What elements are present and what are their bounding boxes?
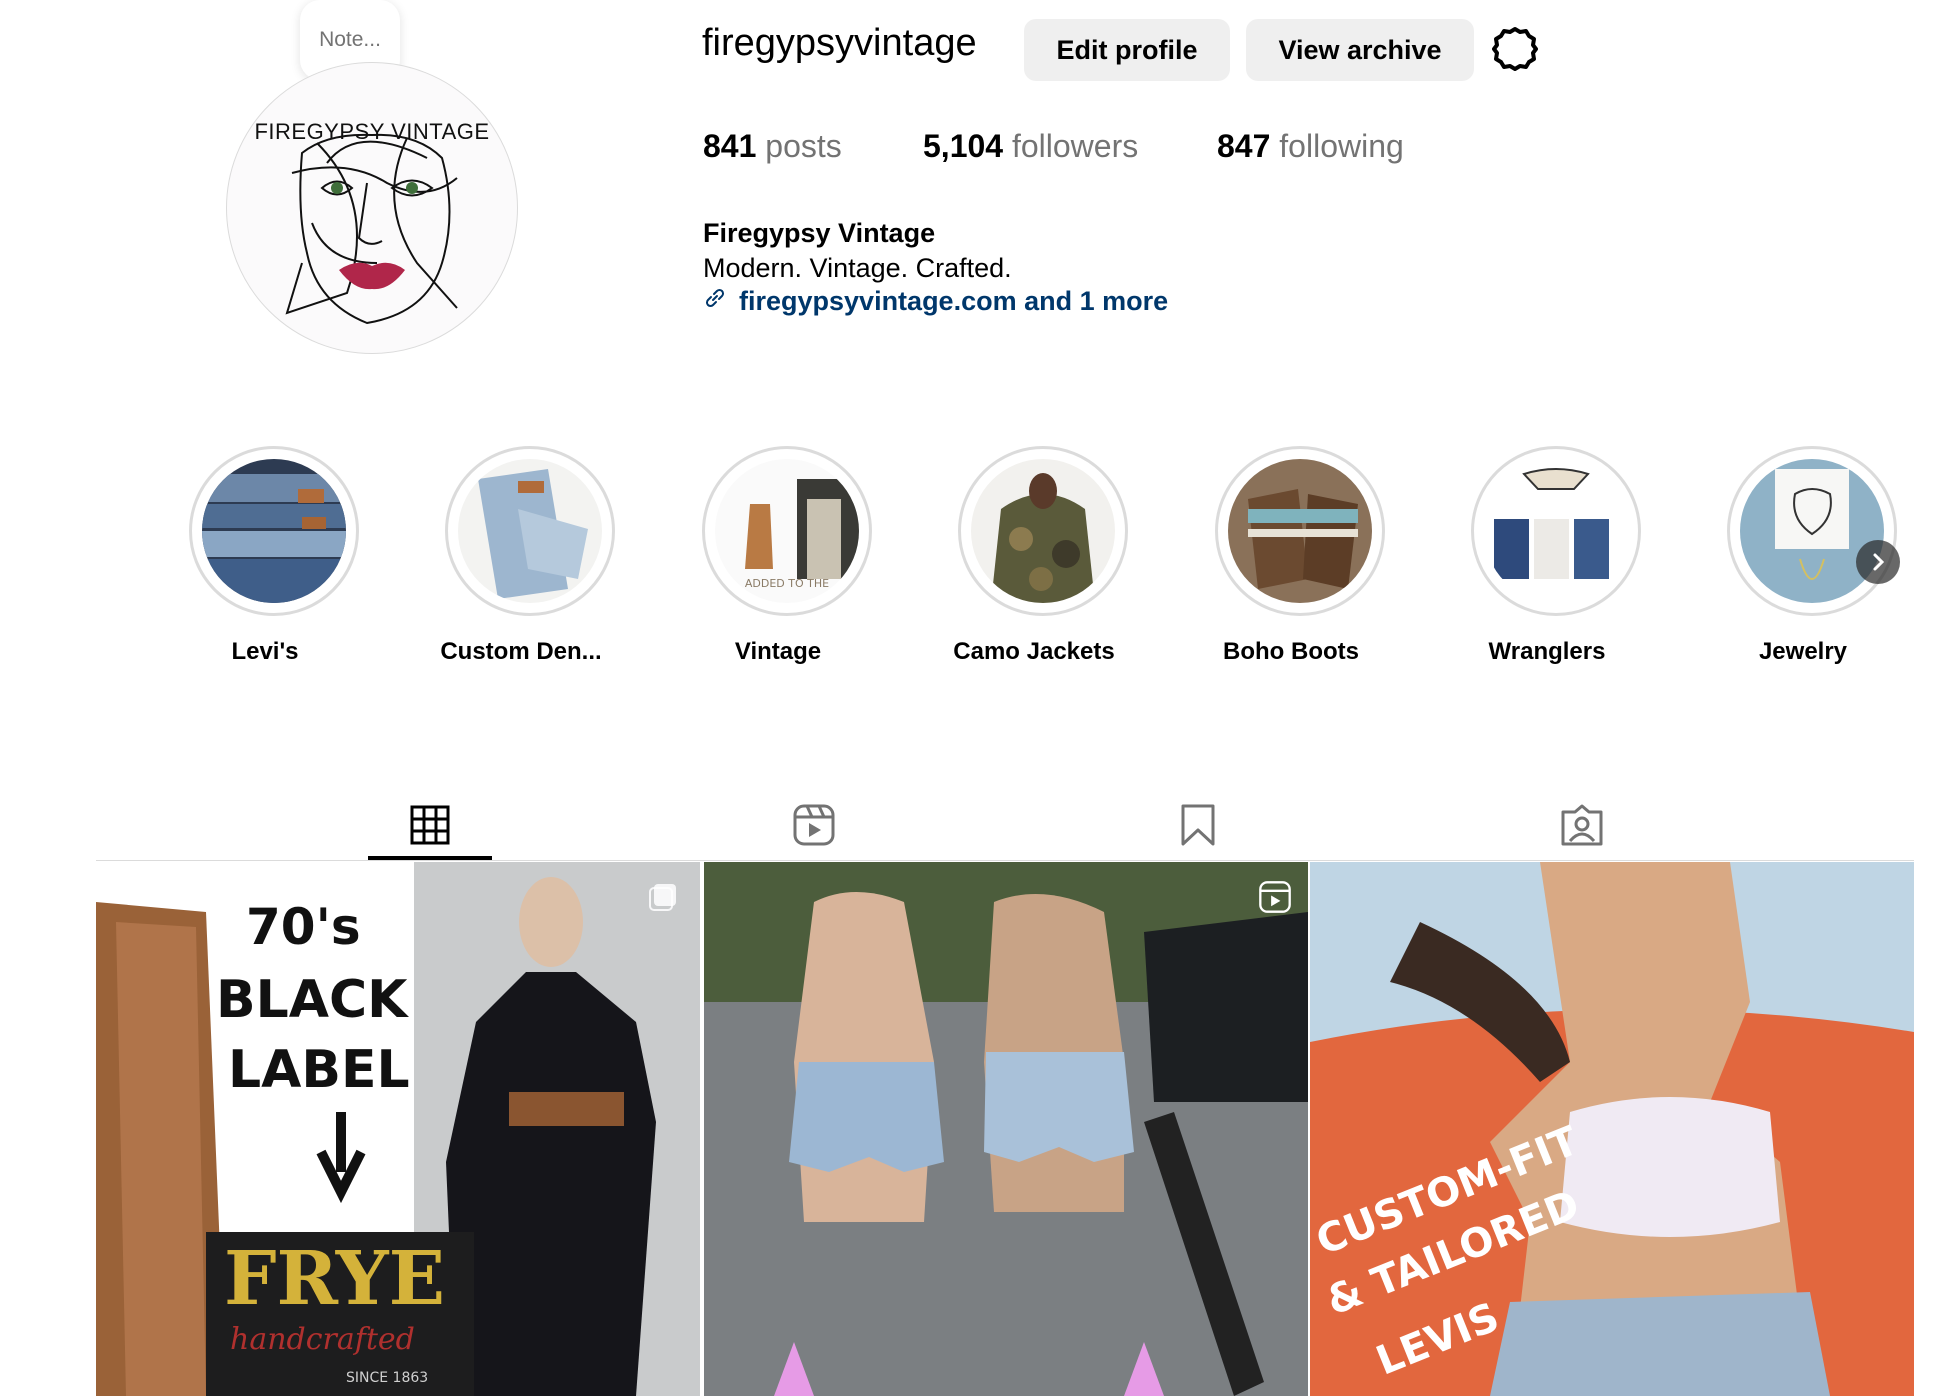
tabs-divider	[96, 860, 1914, 861]
avatar-caption: FIREGYPSY VINTAGE	[254, 119, 490, 144]
highlight-label: Levi's	[231, 638, 299, 665]
highlight-image	[202, 459, 346, 603]
following-label: following	[1279, 128, 1404, 164]
profile-avatar[interactable]: FIREGYPSY VINTAGE	[226, 62, 518, 354]
highlight-ring	[958, 446, 1128, 616]
profile-username: firegypsyvintage	[702, 22, 977, 64]
post-script-text: handcrafted	[230, 1322, 415, 1357]
post-overlay-line: BLACK	[216, 970, 408, 1030]
bookmark-icon	[1181, 804, 1215, 846]
bio-link-text: firegypsyvintage.com and 1 more	[739, 286, 1169, 316]
post-brand-text: FRYE	[224, 1236, 445, 1322]
highlight-ring: ADDED TO THE	[702, 446, 872, 616]
highlight-label: Boho Boots	[1223, 638, 1359, 665]
highlight-image	[1484, 459, 1628, 603]
link-icon	[703, 286, 727, 317]
reels-icon	[793, 804, 835, 846]
tab-reels[interactable]	[752, 790, 876, 860]
posts-count: 841	[703, 128, 757, 164]
followers-label: followers	[1011, 128, 1139, 164]
post-overlay-line: LABEL	[228, 1040, 410, 1100]
highlight-camo-jackets[interactable]: Camo Jackets	[905, 446, 1163, 676]
highlight-custom-denim[interactable]: Custom Den...	[392, 446, 650, 676]
highlight-image	[971, 459, 1115, 603]
highlight-image	[1740, 459, 1884, 603]
edit-profile-button[interactable]: Edit profile	[1024, 19, 1230, 81]
posts-label: posts	[765, 128, 842, 164]
highlight-label: Wranglers	[1488, 638, 1606, 665]
followers-count: 5,104	[923, 128, 1004, 164]
tab-tagged[interactable]	[1520, 790, 1644, 860]
highlight-ring	[1727, 446, 1897, 616]
highlight-ring	[189, 446, 359, 616]
gear-icon[interactable]	[1490, 24, 1540, 74]
avatar-face-drawing	[285, 133, 458, 325]
highlight-label: Camo Jackets	[953, 638, 1115, 665]
highlight-ring	[445, 446, 615, 616]
bio-tagline: Modern. Vintage. Crafted.	[703, 253, 1012, 283]
highlight-ring	[1215, 446, 1385, 616]
highlights-next-button[interactable]	[1856, 540, 1900, 584]
post-tile-3[interactable]: CUSTOM-FIT & TAILORED LEVIS	[1310, 862, 1914, 1396]
grid-icon	[410, 805, 450, 845]
reel-icon	[1258, 880, 1292, 919]
note-placeholder: Note...	[319, 28, 381, 51]
highlight-label: Jewelry	[1758, 638, 1848, 665]
view-archive-button[interactable]: View archive	[1246, 19, 1474, 81]
highlight-wranglers[interactable]: Wranglers	[1418, 446, 1676, 676]
highlight-image	[1228, 459, 1372, 603]
tagged-icon	[1561, 804, 1603, 846]
posts-count-stat: 841 posts	[703, 128, 842, 165]
highlight-boho-boots[interactable]: Boho Boots	[1162, 446, 1420, 676]
carousel-icon	[648, 882, 678, 917]
highlight-image-caption: ADDED TO THE	[745, 577, 829, 590]
bio-name: Firegypsy Vintage	[703, 218, 936, 248]
post-image	[704, 862, 1308, 1396]
post-image	[1310, 862, 1914, 1396]
post-since-text: SINCE 1863	[346, 1370, 429, 1386]
post-tile-2[interactable]	[704, 862, 1308, 1396]
following-stat[interactable]: 847 following	[1217, 128, 1404, 165]
bio-link[interactable]: firegypsyvintage.com and 1 more	[703, 286, 1168, 317]
highlight-label: Custom Den...	[440, 638, 602, 665]
active-tab-indicator	[368, 856, 492, 860]
highlight-levis[interactable]: Levi's	[136, 446, 394, 676]
followers-stat[interactable]: 5,104 followers	[923, 128, 1138, 165]
highlight-image: ADDED TO THE	[715, 459, 859, 603]
chevron-right-icon	[1873, 553, 1885, 571]
tab-posts[interactable]	[368, 790, 492, 860]
post-overlay-line: 70's	[246, 898, 361, 956]
highlight-vintage[interactable]: ADDED TO THE Vintage	[649, 446, 907, 676]
highlight-ring	[1471, 446, 1641, 616]
post-tile-1[interactable]: 70's BLACK LABEL FRYE handcrafted SINCE …	[96, 862, 700, 1396]
highlight-label: Vintage	[734, 638, 822, 665]
tab-saved[interactable]	[1136, 790, 1260, 860]
highlight-image	[458, 459, 602, 603]
following-count: 847	[1217, 128, 1271, 164]
